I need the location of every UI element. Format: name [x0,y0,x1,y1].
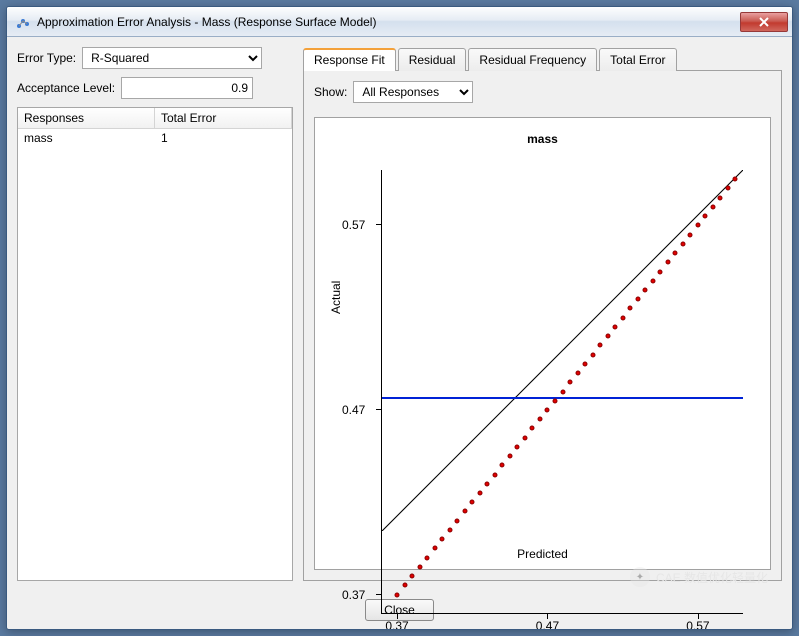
data-point [583,361,588,366]
window: Approximation Error Analysis - Mass (Res… [6,6,793,630]
x-tick: 0.57 [686,619,709,630]
data-point [477,491,482,496]
content-area: Error Type: R-Squared Acceptance Level: … [7,37,792,591]
data-point [665,260,670,265]
x-tick: 0.37 [385,619,408,630]
x-tick: 0.47 [536,619,559,630]
tab-response-fit[interactable]: Response Fit [303,48,396,71]
data-point [395,592,400,597]
tab-residual[interactable]: Residual [398,48,467,71]
data-point [613,324,618,329]
data-point [673,251,678,256]
chart-box: mass Actual Predicted 0.370.470.570.370.… [314,117,771,570]
show-label: Show: [314,85,347,99]
data-point [417,564,422,569]
plot-area: 0.370.470.570.370.470.57 [381,170,743,614]
data-point [530,426,535,431]
error-type-label: Error Type: [17,51,76,65]
data-point [643,287,648,292]
data-point [635,297,640,302]
acceptance-level-input[interactable] [121,77,253,99]
chart-title: mass [315,132,770,146]
data-point [560,389,565,394]
data-point [658,269,663,274]
right-pane: Response FitResidualResidual FrequencyTo… [303,47,782,581]
data-point [470,500,475,505]
data-point [628,306,633,311]
window-close-button[interactable] [740,12,788,32]
data-point [733,177,738,182]
data-point [500,463,505,468]
data-point [718,195,723,200]
tab-residual-frequency[interactable]: Residual Frequency [468,48,597,71]
data-point [605,334,610,339]
y-tick: 0.47 [342,403,365,417]
diagonal-line [382,170,743,531]
data-point [440,537,445,542]
tab-panel: Show: All Responses mass Actual Predicte… [303,70,782,581]
data-point [455,518,460,523]
titlebar: Approximation Error Analysis - Mass (Res… [7,7,792,37]
tab-total-error[interactable]: Total Error [599,48,676,71]
data-point [485,481,490,486]
table-row[interactable]: mass1 [18,129,292,147]
data-point [598,343,603,348]
data-point [650,278,655,283]
data-point [695,223,700,228]
responses-table: Responses Total Error mass1 [17,107,293,581]
data-point [402,583,407,588]
data-point [425,555,430,560]
y-tick: 0.37 [342,588,365,602]
data-point [703,214,708,219]
chart-ylabel: Actual [329,280,343,313]
data-point [545,407,550,412]
data-point [537,417,542,422]
data-point [575,371,580,376]
data-point [552,398,557,403]
data-point [432,546,437,551]
data-point [680,241,685,246]
y-tick: 0.57 [342,218,365,232]
tabs: Response FitResidualResidual FrequencyTo… [303,47,782,70]
cell-error: 1 [155,129,292,147]
data-point [620,315,625,320]
table-header-responses: Responses [18,108,155,128]
window-title: Approximation Error Analysis - Mass (Res… [37,15,740,29]
data-point [590,352,595,357]
data-point [515,444,520,449]
table-header-total-error: Total Error [155,108,292,128]
data-point [522,435,527,440]
data-point [447,527,452,532]
data-point [410,574,415,579]
left-pane: Error Type: R-Squared Acceptance Level: … [17,47,293,581]
acceptance-level-label: Acceptance Level: [17,81,115,95]
data-point [725,186,730,191]
data-point [462,509,467,514]
cell-response: mass [18,129,155,147]
data-point [688,232,693,237]
error-type-select[interactable]: R-Squared [82,47,262,69]
data-point [710,204,715,209]
data-point [568,380,573,385]
show-select[interactable]: All Responses [353,81,473,103]
data-point [492,472,497,477]
app-icon [15,14,31,30]
data-point [507,454,512,459]
mean-line [382,397,743,399]
